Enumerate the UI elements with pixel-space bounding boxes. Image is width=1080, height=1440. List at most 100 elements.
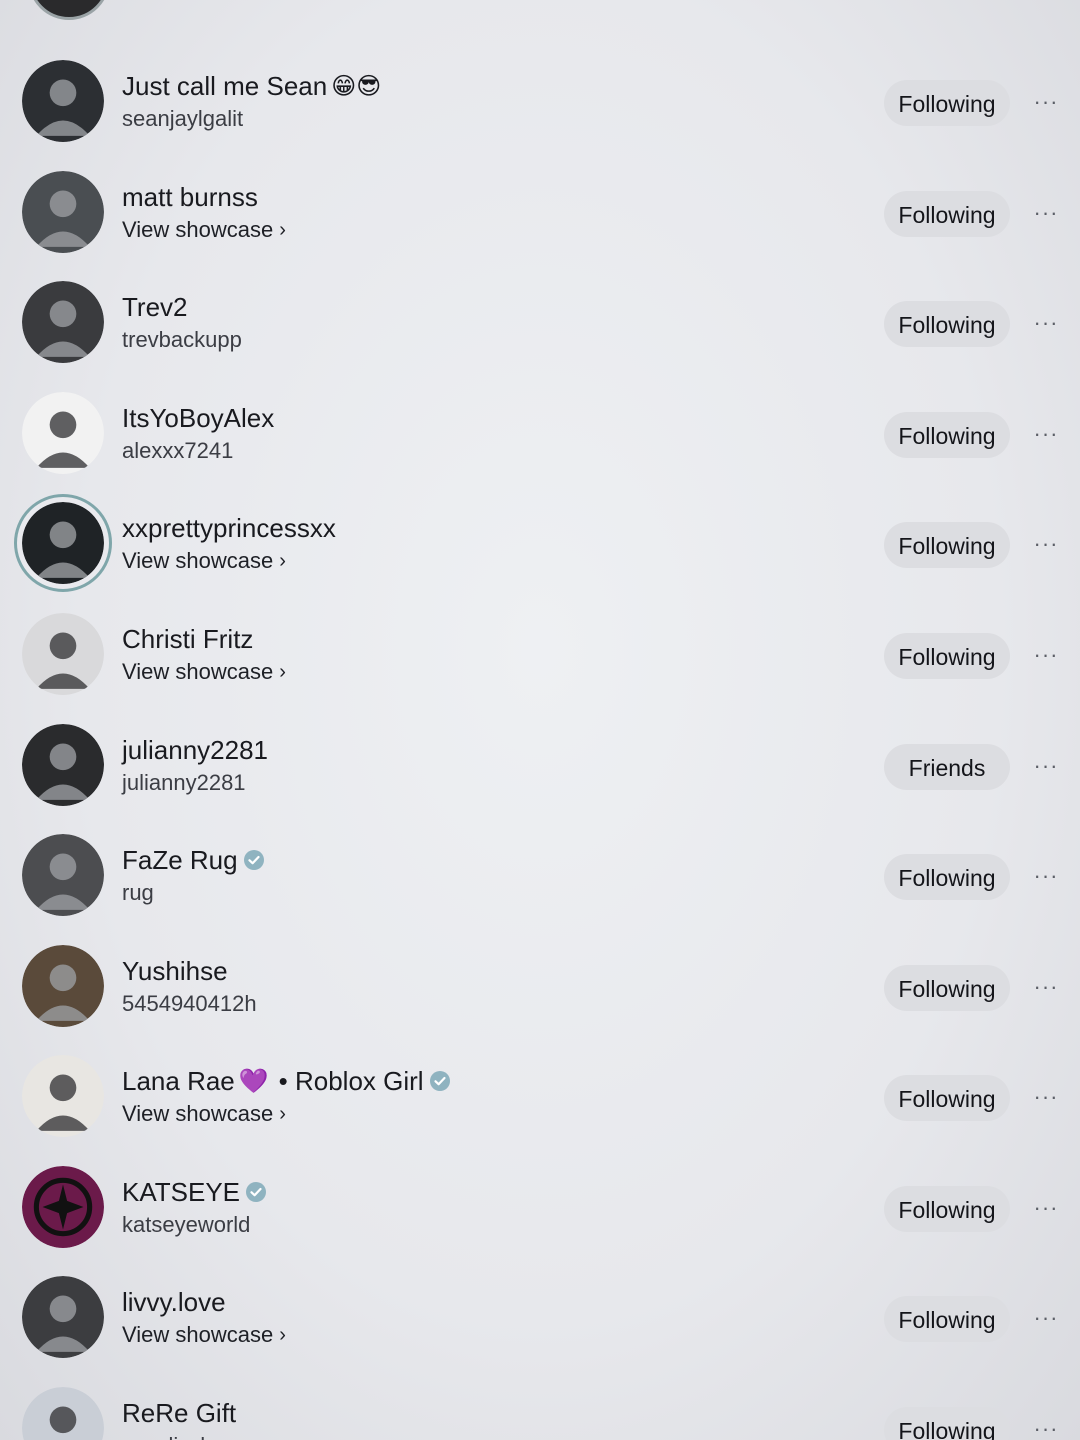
following-button[interactable]: Following — [884, 412, 1010, 458]
display-name-line[interactable]: xxprettyprincessxx — [122, 512, 842, 544]
display-name-line[interactable]: ItsYoBoyAlex — [122, 402, 842, 434]
user-row[interactable]: FaZe Rug rug Following ··· — [0, 800, 1080, 916]
username-text: rerediyshop — [122, 1433, 237, 1440]
avatar[interactable] — [22, 724, 104, 806]
avatar[interactable] — [14, 494, 112, 592]
name-emoji: 😁😎 — [331, 72, 382, 100]
view-showcase-label: View showcase — [122, 1322, 274, 1347]
username: alexxx7241 — [122, 436, 842, 466]
more-options-icon[interactable]: ··· — [1030, 1306, 1062, 1330]
view-showcase-label: View showcase — [122, 659, 274, 684]
more-options-icon[interactable]: ··· — [1030, 754, 1062, 778]
user-names: KATSEYE katseyeworld — [122, 1176, 842, 1240]
following-button[interactable]: Following — [884, 965, 1010, 1011]
following-button[interactable]: Following — [884, 1407, 1010, 1440]
avatar[interactable] — [22, 171, 104, 253]
more-options-icon[interactable]: ··· — [1030, 1417, 1062, 1440]
display-name-line[interactable]: Lana Rae 💜 • Roblox Girl — [122, 1065, 842, 1097]
avatar[interactable] — [22, 834, 104, 916]
username-text: seanjaylgalit — [122, 106, 244, 131]
user-row[interactable]: xxprettyprincessxx View showcase › Followin… — [0, 468, 1080, 592]
user-row[interactable]: KATSEYE katseyeworld Following ··· — [0, 1132, 1080, 1248]
name-emoji: 💜 — [238, 1067, 269, 1095]
avatar[interactable] — [22, 1055, 104, 1137]
user-row[interactable]: livvy.love View showcase › Following ··· — [0, 1242, 1080, 1358]
username-text: katseyeworld — [122, 1212, 251, 1237]
display-name: FaZe Rug — [122, 845, 238, 875]
user-row[interactable]: Lana Rae 💜 • Roblox Girl View showcase › Foll… — [0, 1021, 1080, 1137]
verified-badge-icon — [246, 1182, 267, 1202]
username: julianny2281 — [122, 768, 842, 798]
user-row[interactable]: Just call me Sean 😁😎 seanjaylgalit Followin… — [0, 26, 1080, 142]
avatar[interactable] — [22, 60, 104, 142]
display-name: Christi Fritz — [122, 624, 254, 654]
user-row[interactable]: ReRe Gift rerediyshop Following ··· — [0, 1353, 1080, 1440]
username: 5454940412h — [122, 989, 842, 1019]
display-name: ItsYoBoyAlex — [122, 403, 275, 433]
user-row[interactable]: Yushihse 5454940412h Following ··· — [0, 911, 1080, 1027]
display-name-line[interactable]: KATSEYE — [122, 1176, 842, 1208]
more-options-icon[interactable]: ··· — [1030, 975, 1062, 999]
username: rug — [122, 878, 842, 908]
avatar[interactable] — [22, 1387, 104, 1440]
display-name-line[interactable]: FaZe Rug — [122, 844, 842, 876]
user-names: Trev2 trevbackupp — [122, 291, 842, 355]
username: rerediyshop — [122, 1431, 842, 1440]
avatar[interactable] — [22, 613, 104, 695]
view-showcase-link[interactable]: View showcase › — [122, 1320, 842, 1351]
following-button[interactable]: Following — [884, 854, 1010, 900]
display-name-line[interactable]: Yushihse — [122, 955, 842, 987]
following-button[interactable]: Following — [884, 80, 1010, 126]
display-name-extra: • Roblox Girl — [278, 1066, 424, 1096]
following-button[interactable]: Following — [884, 1296, 1010, 1342]
display-name-line[interactable]: Trev2 — [122, 291, 842, 323]
more-options-icon[interactable]: ··· — [1030, 643, 1062, 667]
view-showcase-label: View showcase — [122, 1101, 274, 1126]
user-row[interactable]: ItsYoBoyAlex alexxx7241 Following ··· — [0, 358, 1080, 474]
user-names: livvy.love View showcase › — [122, 1286, 842, 1351]
following-button[interactable]: Following — [884, 633, 1010, 679]
avatar[interactable] — [22, 281, 104, 363]
view-showcase-link[interactable]: View showcase › — [122, 215, 842, 246]
chevron-right-icon: › — [279, 219, 286, 241]
user-row[interactable]: Christi Fritz View showcase › Following ··· — [0, 579, 1080, 695]
view-showcase-link[interactable]: View showcase › — [122, 1099, 842, 1130]
display-name-line[interactable]: Just call me Sean 😁😎 — [122, 70, 842, 102]
display-name-line[interactable]: ReRe Gift — [122, 1397, 842, 1429]
more-options-icon[interactable]: ··· — [1030, 864, 1062, 888]
username-text: alexxx7241 — [122, 438, 234, 463]
display-name: Just call me Sean — [122, 71, 328, 101]
user-row[interactable]: Trev2 trevbackupp Following ··· — [0, 247, 1080, 363]
display-name-line[interactable]: Christi Fritz — [122, 623, 842, 655]
avatar[interactable] — [22, 392, 104, 474]
following-button[interactable]: Following — [884, 1186, 1010, 1232]
more-options-icon[interactable]: ··· — [1030, 532, 1062, 556]
friends-button[interactable]: Friends — [884, 744, 1010, 790]
view-showcase-link[interactable]: View showcase › — [122, 657, 842, 688]
avatar[interactable] — [22, 945, 104, 1027]
user-names: Just call me Sean 😁😎 seanjaylgalit — [122, 70, 842, 134]
display-name-line[interactable]: livvy.love — [122, 1286, 842, 1318]
more-options-icon[interactable]: ··· — [1030, 90, 1062, 114]
more-options-icon[interactable]: ··· — [1030, 422, 1062, 446]
user-names: ItsYoBoyAlex alexxx7241 — [122, 402, 842, 466]
more-options-icon[interactable]: ··· — [1030, 311, 1062, 335]
following-button[interactable]: Following — [884, 301, 1010, 347]
user-row[interactable]: julianny2281 julianny2281 Friends ··· — [0, 690, 1080, 806]
display-name-line[interactable]: matt burnss — [122, 181, 842, 213]
user-row[interactable]: matt burnss View showcase › Following ··· — [0, 137, 1080, 253]
view-showcase-label: View showcase — [122, 217, 274, 242]
following-button[interactable]: Following — [884, 1075, 1010, 1121]
display-name: ReRe Gift — [122, 1398, 237, 1428]
more-options-icon[interactable]: ··· — [1030, 1196, 1062, 1220]
user-names: julianny2281 julianny2281 — [122, 734, 842, 798]
avatar-previous-row[interactable] — [28, 0, 110, 20]
view-showcase-link[interactable]: View showcase › — [122, 546, 842, 577]
following-button[interactable]: Following — [884, 191, 1010, 237]
display-name-line[interactable]: julianny2281 — [122, 734, 842, 766]
more-options-icon[interactable]: ··· — [1030, 1085, 1062, 1109]
avatar[interactable] — [22, 1166, 104, 1248]
following-button[interactable]: Following — [884, 522, 1010, 568]
more-options-icon[interactable]: ··· — [1030, 201, 1062, 225]
avatar[interactable] — [22, 1276, 104, 1358]
